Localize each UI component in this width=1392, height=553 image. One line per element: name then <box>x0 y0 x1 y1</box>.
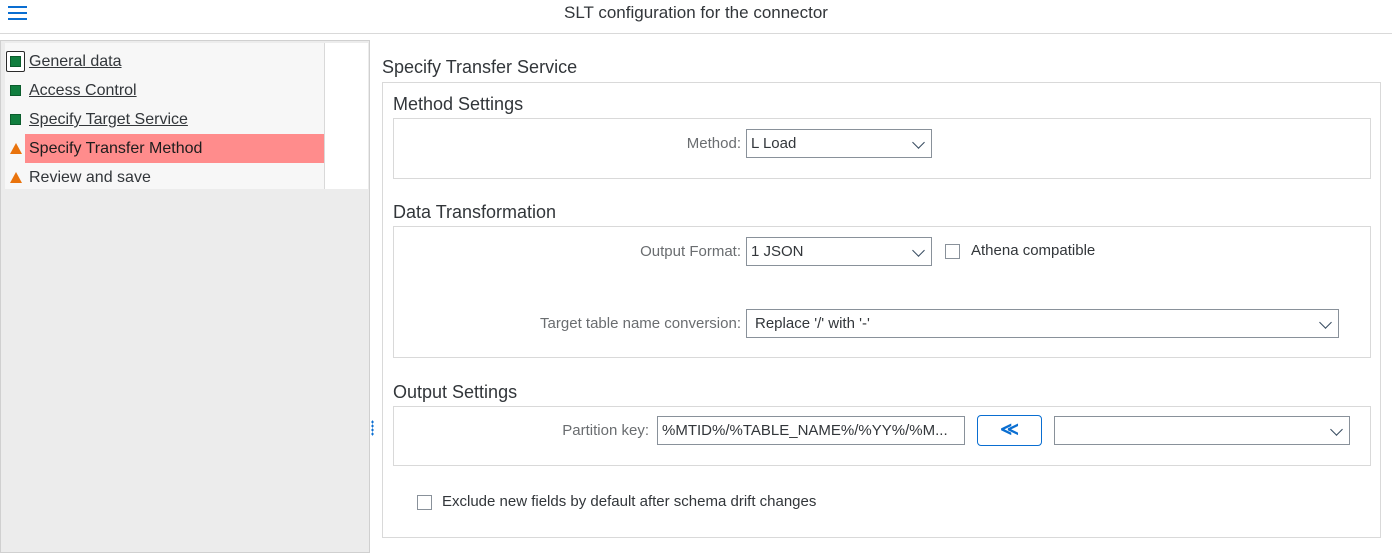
athena-compatible-label: Athena compatible <box>971 242 1096 259</box>
partition-variable-select[interactable] <box>1054 416 1350 445</box>
nav-item-specify-target-service[interactable]: Specify Target Service <box>5 105 325 134</box>
method-select[interactable]: L Load <box>746 129 932 158</box>
partition-key-label: Partition key: <box>562 422 649 439</box>
output-format-label: Output Format: <box>640 243 741 260</box>
step-navigation-pane: General data Access Control Specify Targ… <box>0 40 370 553</box>
nav-item-label: Review and save <box>29 169 151 186</box>
target-table-conversion-label: Target table name conversion: <box>540 315 741 332</box>
step-list: General data Access Control Specify Targ… <box>5 43 325 189</box>
output-settings-group: Partition key: %MTID%/%TABLE_NAME%/%YY%/… <box>393 406 1371 466</box>
method-settings-group: Method: L Load <box>393 118 1371 179</box>
method-settings-title: Method Settings <box>393 94 524 114</box>
nav-item-label: Specify Target Service <box>29 111 188 128</box>
athena-compatible-checkbox[interactable] <box>945 244 960 259</box>
output-format-select-value: 1 JSON <box>751 243 804 260</box>
nav-item-label: Specify Transfer Method <box>29 140 203 157</box>
data-transformation-title: Data Transformation <box>393 202 557 222</box>
green-square-icon <box>6 51 25 72</box>
target-table-conversion-select[interactable]: Replace '/' with '-' <box>746 309 1339 338</box>
nav-item-label: General data <box>29 53 122 70</box>
target-table-conversion-value: Replace '/' with '-' <box>755 315 870 332</box>
app-header: SLT configuration for the connector <box>0 0 1392 34</box>
nav-item-general-data[interactable]: General data <box>5 47 325 76</box>
transfer-service-panel: Method Settings Method: L Load Data Tran… <box>382 82 1381 538</box>
pane-splitter-handle[interactable] <box>371 420 374 436</box>
chevron-down-icon <box>912 244 925 257</box>
nav-item-specify-transfer-method[interactable]: Specify Transfer Method <box>5 134 325 163</box>
chevron-down-icon <box>1319 316 1332 329</box>
partition-key-input[interactable]: %MTID%/%TABLE_NAME%/%YY%/%M... <box>657 416 965 445</box>
chevron-down-icon <box>1330 423 1343 436</box>
nav-item-access-control[interactable]: Access Control <box>5 76 325 105</box>
chevron-down-icon <box>912 136 925 149</box>
section-title: Specify Transfer Service <box>382 57 578 77</box>
method-label: Method: <box>686 135 741 152</box>
step-list-gutter <box>325 43 368 189</box>
warning-triangle-icon <box>10 143 22 154</box>
green-square-icon <box>10 114 21 125</box>
warning-triangle-icon <box>10 172 22 183</box>
output-format-select[interactable]: 1 JSON <box>746 237 932 266</box>
exclude-new-fields-label: Exclude new fields by default after sche… <box>442 493 817 510</box>
output-settings-title: Output Settings <box>393 382 518 402</box>
data-transformation-group: Output Format: 1 JSON Athena compatible … <box>393 226 1371 358</box>
nav-item-review-and-save[interactable]: Review and save <box>5 163 325 192</box>
green-square-icon <box>10 85 21 96</box>
insert-variable-button[interactable]: ≪ <box>977 415 1042 446</box>
exclude-new-fields-checkbox[interactable] <box>417 495 432 510</box>
nav-item-label: Access Control <box>29 82 137 99</box>
page-title: SLT configuration for the connector <box>564 3 828 22</box>
method-select-value: L Load <box>751 135 797 152</box>
